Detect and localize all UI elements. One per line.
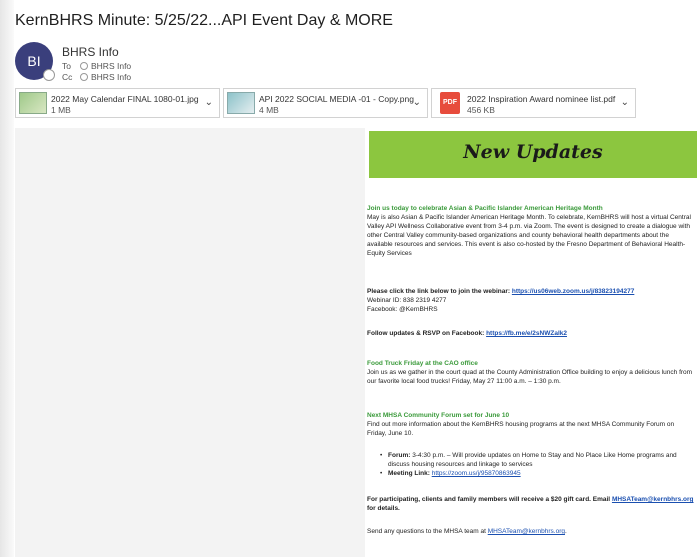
mhsa-questions-email-link[interactable]: MHSATeam@kernbhrs.org — [488, 528, 565, 535]
facebook-event-link[interactable]: https://fb.me/e/2sNWZalk2 — [486, 330, 567, 337]
email-reading-pane: KernBHRS Minute: 5/25/22...API Event Day… — [0, 0, 697, 557]
image-thumbnail-icon — [19, 92, 47, 114]
chevron-down-icon[interactable]: ⌄ — [413, 97, 421, 108]
questions-suffix: . — [564, 528, 567, 535]
chevron-down-icon[interactable]: ⌄ — [205, 97, 213, 108]
attachment-calendar[interactable]: 2022 May Calendar FINAL 1080-01.jpg 1 MB… — [15, 88, 220, 118]
email-subject: KernBHRS Minute: 5/25/22...API Event Day… — [15, 12, 393, 29]
chevron-down-icon[interactable]: ⌄ — [621, 97, 629, 108]
to-recipient[interactable]: BHRS Info — [91, 61, 131, 71]
food-truck-heading: Food Truck Friday at the CAO office — [367, 360, 478, 367]
mhsa-section: Next MHSA Community Forum set for June 1… — [367, 411, 695, 438]
mhsa-email-link[interactable]: MHSATeam@kernbhrs.org — [612, 496, 694, 503]
questions-block: Send any questions to the MHSA team at M… — [367, 527, 695, 536]
list-item: Meeting Link: https://zoom.us/j/95870863… — [374, 469, 694, 478]
attachment-award-pdf[interactable]: PDF 2022 Inspiration Award nominee list.… — [431, 88, 636, 118]
attachment-size: 1 MB — [51, 105, 71, 115]
forum-label: Forum: — [388, 452, 411, 459]
attachment-social-media[interactable]: API 2022 SOCIAL MEDIA -01 - Copy.png 4 M… — [223, 88, 428, 118]
gift-text: For participating, clients and family me… — [367, 496, 611, 503]
recipient-status-icon — [80, 62, 88, 70]
join-label: Please click the link below to join the … — [367, 288, 511, 295]
to-line: To BHRS Info — [62, 61, 131, 71]
attachment-size: 4 MB — [259, 105, 279, 115]
food-truck-section: Food Truck Friday at the CAO office Join… — [367, 359, 695, 386]
newsletter-left-column — [15, 128, 365, 557]
list-item: Forum: 3-4:30 p.m. – Will provide update… — [374, 451, 694, 469]
food-truck-body: Join us as we gather in the court quad a… — [367, 369, 693, 385]
sender-name[interactable]: BHRS Info — [62, 45, 119, 59]
facebook-handle: Facebook: @KernBHRS — [367, 306, 438, 313]
webinar-id: Webinar ID: 838 2319 4277 — [367, 297, 447, 304]
webinar-link[interactable]: https://us06web.zoom.us/j/83823194277 — [512, 288, 634, 295]
attachment-name: 2022 May Calendar FINAL 1080-01.jpg — [51, 94, 199, 104]
attachment-name: API 2022 SOCIAL MEDIA -01 - Copy.png — [259, 94, 414, 104]
mhsa-heading: Next MHSA Community Forum set for June 1… — [367, 412, 510, 419]
forum-text: 3-4:30 p.m. – Will provide updates on Ho… — [388, 452, 677, 468]
questions-text: Send any questions to the MHSA team at — [367, 528, 486, 535]
image-thumbnail-icon — [227, 92, 255, 114]
follow-label: Follow updates & RSVP on Facebook: — [367, 330, 485, 337]
cc-line: Cc BHRS Info — [62, 72, 131, 82]
cc-recipient[interactable]: BHRS Info — [91, 72, 131, 82]
mhsa-body: Find out more information about the Kern… — [367, 421, 675, 437]
meeting-label: Meeting Link: — [388, 470, 430, 477]
new-updates-banner: New Updates — [369, 131, 697, 178]
to-label: To — [62, 61, 71, 71]
mhsa-bullets: Forum: 3-4:30 p.m. – Will provide update… — [374, 451, 694, 478]
pdf-icon: PDF — [440, 92, 460, 114]
gift-card-block: For participating, clients and family me… — [367, 495, 695, 513]
api-body: May is also Asian & Pacific Islander Ame… — [367, 214, 691, 257]
attachment-name: 2022 Inspiration Award nominee list.pdf — [467, 94, 616, 104]
api-heading: Join us today to celebrate Asian & Pacif… — [367, 205, 603, 212]
sender-block: BI BHRS Info To BHRS Info Cc BHRS Info — [15, 42, 415, 82]
api-section: Join us today to celebrate Asian & Pacif… — [367, 204, 695, 258]
recipient-status-icon — [80, 73, 88, 81]
newsletter-right-column: New Updates — [365, 128, 697, 557]
banner-title: New Updates — [463, 141, 603, 163]
cc-label: Cc — [62, 72, 73, 82]
meeting-link[interactable]: https://zoom.us/j/95870863945 — [432, 470, 521, 477]
presence-status-icon — [43, 69, 55, 81]
follow-block: Follow updates & RSVP on Facebook: https… — [367, 329, 695, 338]
webinar-block: Please click the link below to join the … — [367, 287, 695, 314]
gift-suffix: for details. — [367, 505, 400, 512]
window-edge-shadow — [0, 0, 14, 557]
attachment-size: 456 KB — [467, 105, 495, 115]
